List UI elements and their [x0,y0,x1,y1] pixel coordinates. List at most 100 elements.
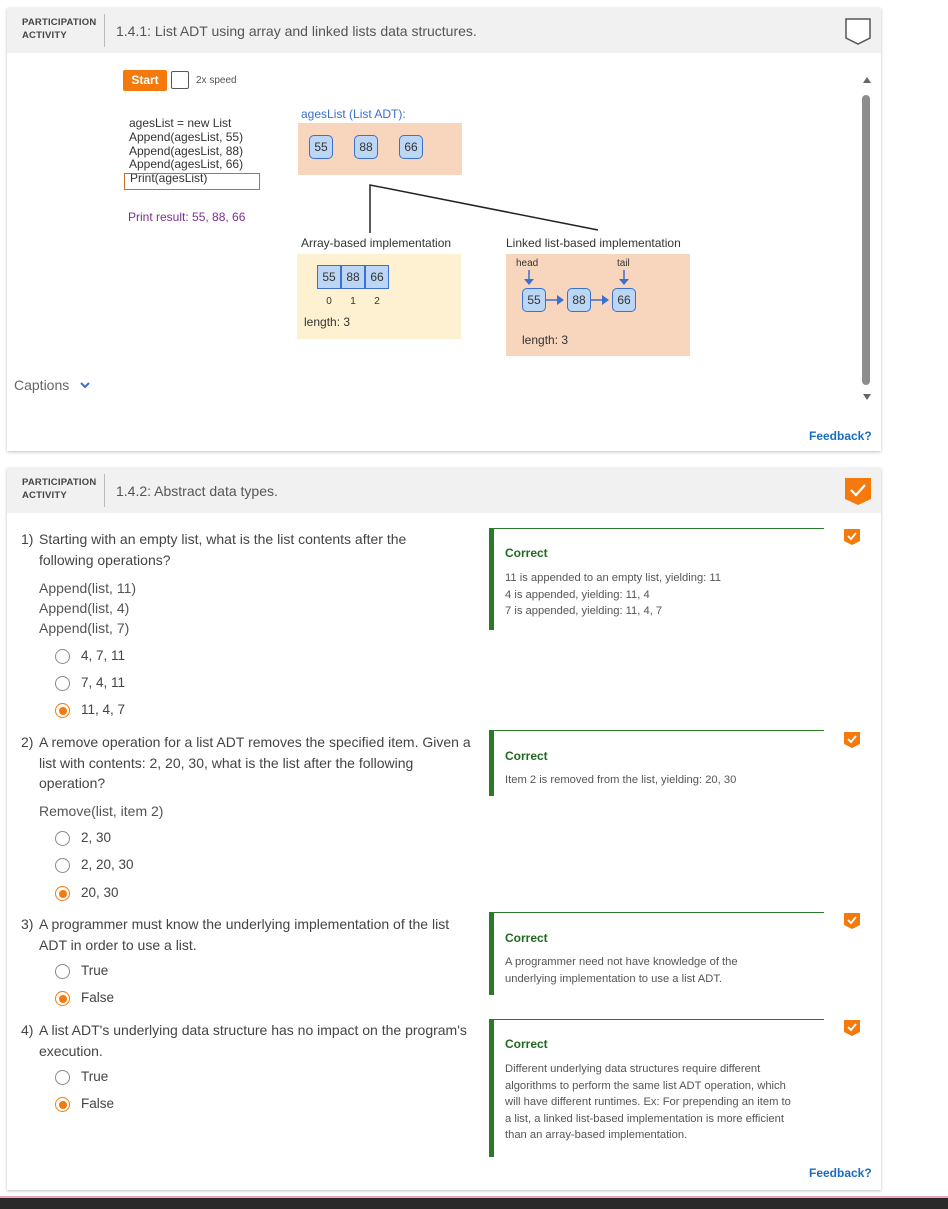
radio-option[interactable] [55,649,70,664]
question-code: Remove(list, item 2) [39,801,163,821]
question-number: 1) [21,531,34,547]
option-label[interactable]: False [81,990,114,1005]
question-number: 2) [21,734,34,750]
correct-label: Correct [505,749,548,763]
chevron-down-icon [80,382,90,389]
correct-label: Correct [505,931,548,945]
answer-feedback: Correct 11 is appended to an empty list,… [489,528,824,630]
explanation-line: 4 is appended, yielding: 11, 4 [505,588,650,601]
question-text: Starting with an empty list, what is the… [39,529,406,570]
explanation-line: will have different runtimes. Ex: For pr… [505,1096,791,1108]
question-line: A programmer must know the underlying im… [39,916,450,932]
captions-toggle[interactable]: Captions [14,377,91,393]
radio-option[interactable] [55,964,70,979]
feedback-link[interactable]: Feedback? [809,429,872,443]
correct-label: Correct [505,546,548,560]
adt-node: 88 [354,135,378,159]
speed-label: 2x speed [196,75,237,86]
option-label[interactable]: 4, 7, 11 [81,648,125,663]
option-label[interactable]: True [81,963,108,978]
linked-length: length: 3 [522,333,569,347]
label-line-1: PARTICIPATION [22,17,97,28]
radio-option-selected[interactable] [55,1097,70,1112]
option-label[interactable]: True [81,1069,108,1084]
question-check-icon [844,732,860,748]
question-line: A list ADT's underlying data structure h… [39,1022,467,1038]
explanation-line: underlying implementation to use a list … [505,972,723,985]
linked-impl-box: head tail 55 88 66 length: 3 [506,254,690,356]
explanation-line: 7 is appended, yielding: 11, 4, 7 [505,605,663,617]
start-button[interactable]: Start [123,70,167,91]
question-line: following operations? [39,551,171,568]
array-impl-box: 55 88 66 0 1 2 length: 3 [297,254,461,339]
explanation-line: than an array-based implementation. [505,1129,688,1141]
answer-feedback: Correct Item 2 is removed from the list,… [489,730,824,796]
question-line: execution. [39,1042,103,1059]
array-index: 0 [326,296,332,307]
code-line: Append(agesList, 55) [129,129,244,144]
radio-option[interactable] [55,1070,70,1085]
activity-title: 1.4.2: Abstract data types. [116,483,278,499]
code-line: Append(list, 4) [39,600,130,616]
code-line: Append(list, 7) [39,620,130,636]
explanation-line: Different underlying data structures req… [505,1063,761,1075]
code-line: agesList = new List [129,116,232,130]
captions-label: Captions [14,377,70,393]
explanation: Different underlying data structures req… [505,1061,791,1144]
question-text: A remove operation for a list ADT remove… [39,732,471,794]
array-impl-title: Array-based implementation [301,236,452,250]
activity-title: 1.4.1: List ADT using array and linked l… [116,23,477,39]
participation-activity-label: PARTICIPATION ACTIVITY [22,16,96,42]
scroll-up-icon[interactable] [862,76,872,84]
participation-activity-label: PARTICIPATION ACTIVITY [22,476,96,502]
adt-list-box: 55 88 66 [298,123,462,175]
activity-header: PARTICIPATION ACTIVITY 1.4.1: List ADT u… [7,8,881,53]
label-line-1: PARTICIPATION [22,477,97,488]
adt-node: 66 [399,135,423,159]
option-label[interactable]: 11, 4, 7 [81,702,125,717]
adt-label: agesList (List ADT): [301,107,406,121]
question-check-icon [844,913,860,929]
question-line: ADT in order to use a list. [39,936,197,953]
explanation: Item 2 is removed from the list, yieldin… [505,772,736,789]
feedback-link[interactable]: Feedback? [809,1166,872,1180]
radio-option-selected[interactable] [55,703,70,718]
highlighted-code-line [124,173,260,190]
radio-option-selected[interactable] [55,886,70,901]
option-label[interactable]: False [81,1096,114,1111]
question-text: A list ADT's underlying data structure h… [39,1020,467,1061]
option-label[interactable]: 7, 4, 11 [81,675,125,690]
explanation-line: A programmer need not have knowledge of … [505,956,738,968]
linked-node: 66 [612,288,636,312]
linked-node: 88 [567,288,591,312]
option-label[interactable]: 2, 30 [81,830,111,845]
question-line: list with contents: 2, 20, 30, what is t… [39,754,414,771]
radio-option[interactable] [55,676,70,691]
code-line: Append(list, 11) [39,580,137,596]
array-cell: 66 [365,265,389,289]
radio-option[interactable] [55,831,70,846]
question-text: A programmer must know the underlying im… [39,914,449,955]
option-label[interactable]: 2, 20, 30 [81,857,134,872]
label-line-2: ACTIVITY [22,30,67,41]
speed-checkbox[interactable] [171,71,189,89]
question-line: operation? [39,775,106,791]
radio-option-selected[interactable] [55,991,70,1006]
scrollbar-thumb[interactable] [862,95,870,385]
label-line-2: ACTIVITY [22,490,67,501]
array-cell: 88 [341,265,365,289]
linked-node: 55 [522,288,546,312]
taskbar-strip [0,1198,948,1209]
scroll-down-icon[interactable] [862,393,872,401]
array-index: 1 [350,296,356,307]
explanation-line: a list, a linked list-based implementati… [505,1112,784,1125]
explanation-line: Item 2 is removed from the list, yieldin… [505,774,737,786]
question-number: 4) [21,1022,34,1038]
activity-header: PARTICIPATION ACTIVITY 1.4.2: Abstract d… [7,468,881,513]
radio-option[interactable] [55,858,70,873]
correct-label: Correct [505,1037,548,1051]
explanation-line: algorithms to perform the same list ADT … [505,1079,786,1092]
question-check-icon [844,529,860,545]
header-divider [104,14,105,47]
option-label[interactable]: 20, 30 [81,885,119,900]
